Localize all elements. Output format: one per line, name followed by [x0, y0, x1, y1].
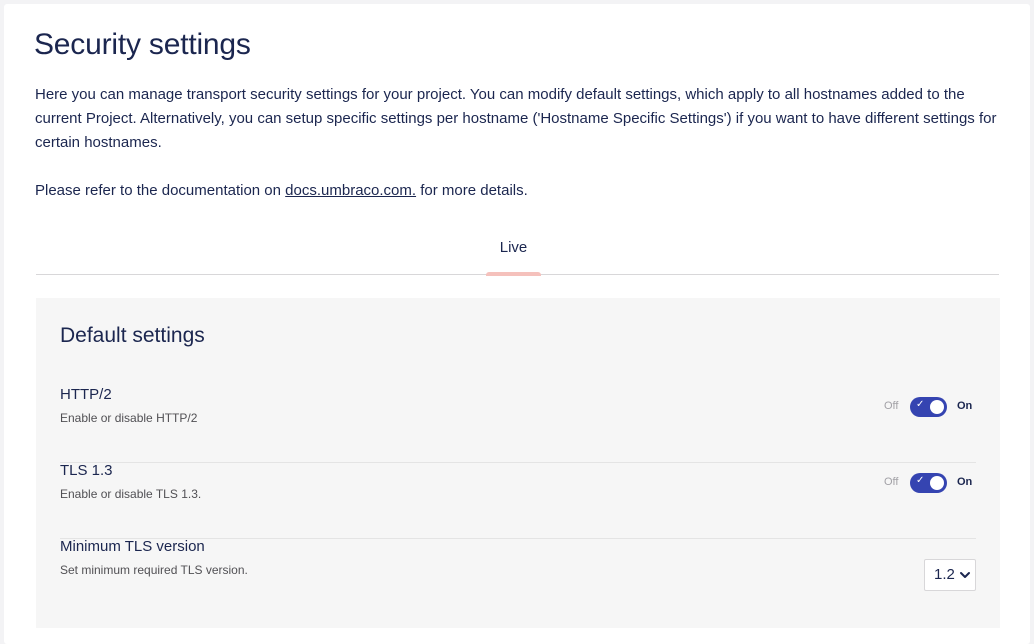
setting-label-tls13: TLS 1.3 — [60, 462, 113, 479]
setting-description-min-tls: Set minimum required TLS version. — [60, 563, 248, 577]
http2-toggle-group: Off ✓ On — [884, 396, 976, 418]
page-title: Security settings — [34, 28, 251, 61]
setting-label-min-tls: Minimum TLS version — [60, 538, 205, 555]
check-icon: ✓ — [916, 475, 925, 486]
http2-toggle[interactable]: ✓ — [910, 397, 947, 417]
setting-row-min-tls: Minimum TLS version Set minimum required… — [60, 538, 976, 614]
documentation-note-suffix: for more details. — [416, 182, 528, 199]
intro-text: Here you can manage transport security s… — [35, 86, 997, 151]
active-tab-indicator — [486, 272, 541, 276]
panel-title: Default settings — [60, 324, 205, 347]
tab-live-label: Live — [499, 239, 528, 256]
tls13-toggle-group: Off ✓ On — [884, 472, 976, 494]
setting-row-http2: HTTP/2 Enable or disable HTTP/2 Off ✓ On — [60, 386, 976, 463]
documentation-note: Please refer to the documentation on doc… — [35, 179, 528, 203]
toggle-off-label: Off — [884, 400, 899, 412]
toggle-knob — [930, 476, 944, 490]
min-tls-version-value: 1.2 — [934, 566, 955, 583]
toggle-on-label: On — [957, 400, 973, 412]
toggle-off-label: Off — [884, 476, 899, 488]
setting-description-tls13: Enable or disable TLS 1.3. — [60, 487, 202, 501]
environment-tabs: Live — [36, 232, 999, 276]
setting-description-http2: Enable or disable HTTP/2 — [60, 411, 198, 425]
default-settings-panel: Default settings HTTP/2 Enable or disabl… — [36, 298, 1000, 628]
tab-live[interactable]: Live — [486, 232, 541, 276]
min-tls-version-select[interactable]: 1.2 — [924, 559, 976, 591]
setting-label-http2: HTTP/2 — [60, 386, 112, 403]
chevron-down-icon — [960, 572, 970, 578]
docs-link[interactable]: docs.umbraco.com. — [285, 182, 416, 199]
check-icon: ✓ — [916, 399, 925, 410]
documentation-note-prefix: Please refer to the documentation on — [35, 182, 286, 199]
tls13-toggle[interactable]: ✓ — [910, 473, 947, 493]
security-settings-card: Security settings Here you can manage tr… — [4, 4, 1030, 644]
setting-row-tls13: TLS 1.3 Enable or disable TLS 1.3. Off ✓… — [60, 462, 976, 539]
toggle-on-label: On — [957, 476, 973, 488]
toggle-knob — [930, 400, 944, 414]
